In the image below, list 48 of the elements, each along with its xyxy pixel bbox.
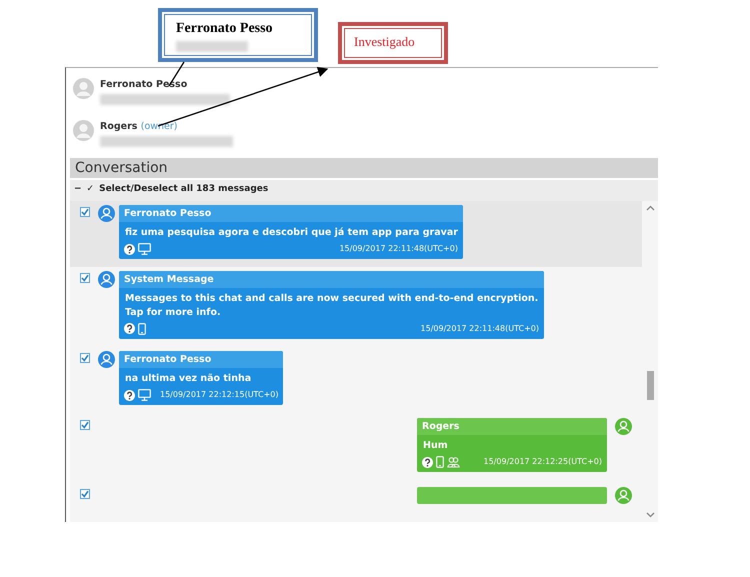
collapse-toggle[interactable]: − (74, 183, 82, 198)
checkbox[interactable] (80, 420, 90, 430)
avatar-icon (615, 487, 632, 504)
check-icon (81, 490, 89, 498)
scroll-down-icon (646, 512, 654, 518)
check-icon (81, 274, 89, 282)
section-header: Conversation (70, 158, 658, 178)
checkbox[interactable] (80, 489, 90, 500)
check-icon (81, 354, 89, 362)
callout-title: Investigado (354, 35, 416, 48)
select-all-label[interactable]: Select/Deselect all 183 messages (99, 183, 268, 198)
avatar-icon (98, 271, 115, 288)
message-text: Hum (422, 439, 449, 454)
participant-name: Ferronato Pesso (100, 78, 188, 92)
sender-name: System Message (119, 271, 544, 288)
help-icon (124, 244, 135, 255)
checkbox[interactable] (80, 273, 90, 284)
check-icon (81, 421, 89, 430)
callout-title: Ferronato Pesso (176, 22, 274, 36)
help-icon (124, 390, 135, 401)
timestamp: 15/09/2017 22:12:15(UTC+0) (159, 389, 278, 402)
scrollbar-thumb[interactable] (646, 371, 654, 400)
avatar-icon (73, 78, 94, 99)
check-icon (81, 208, 89, 216)
help-icon (124, 323, 135, 334)
message-text: na ultima vez não tinha (124, 372, 252, 386)
timestamp: 15/09/2017 22:11:48(UTC+0) (338, 243, 458, 256)
checkbox[interactable] (80, 207, 90, 217)
avatar-icon (98, 205, 115, 222)
message-row[interactable]: Ferronato Pesso fiz uma pesquisa agora e descobri que já tem app para gravar 15/09/2017 22:11:48(UTC+0) (70, 201, 642, 268)
sender-name: Ferronato Pesso (119, 350, 284, 368)
avatar-icon (98, 350, 115, 368)
avatar-icon (73, 120, 94, 141)
message-text: fiz uma pesquisa agora e descobri que já tem app para gravar (124, 226, 459, 240)
timestamp: 15/09/2017 22:12:25(UTC+0) (482, 456, 602, 468)
message-row[interactable]: System Message Messages to this chat and calls are now secured with end-to-end encryption. Tap for more info. 15/09/2017 22:11:48(UTC+0) (70, 267, 642, 347)
timestamp: 15/09/2017 22:11:48(UTC+0) (420, 322, 539, 335)
scroll-up-icon (646, 205, 654, 211)
avatar-icon (615, 418, 632, 436)
check-mark: ✓ (86, 183, 94, 196)
sender-name: Rogers (417, 418, 607, 436)
help-icon (422, 456, 433, 468)
message-row[interactable]: Ferronato Pesso na ultima vez não tinha 15/09/2017 22:12:15(UTC+0) (70, 346, 642, 414)
checkbox[interactable] (80, 352, 90, 363)
participant-name: Rogers (owner) (100, 120, 179, 134)
sender-name: Ferronato Pesso (119, 205, 463, 222)
message-row[interactable]: Rogers Hum 15/09/2017 22:12:25(UTC+0) (70, 413, 642, 482)
message-text: Messages to this chat and calls are now secured with end-to-end encryption. Tap for more info. (124, 292, 540, 320)
